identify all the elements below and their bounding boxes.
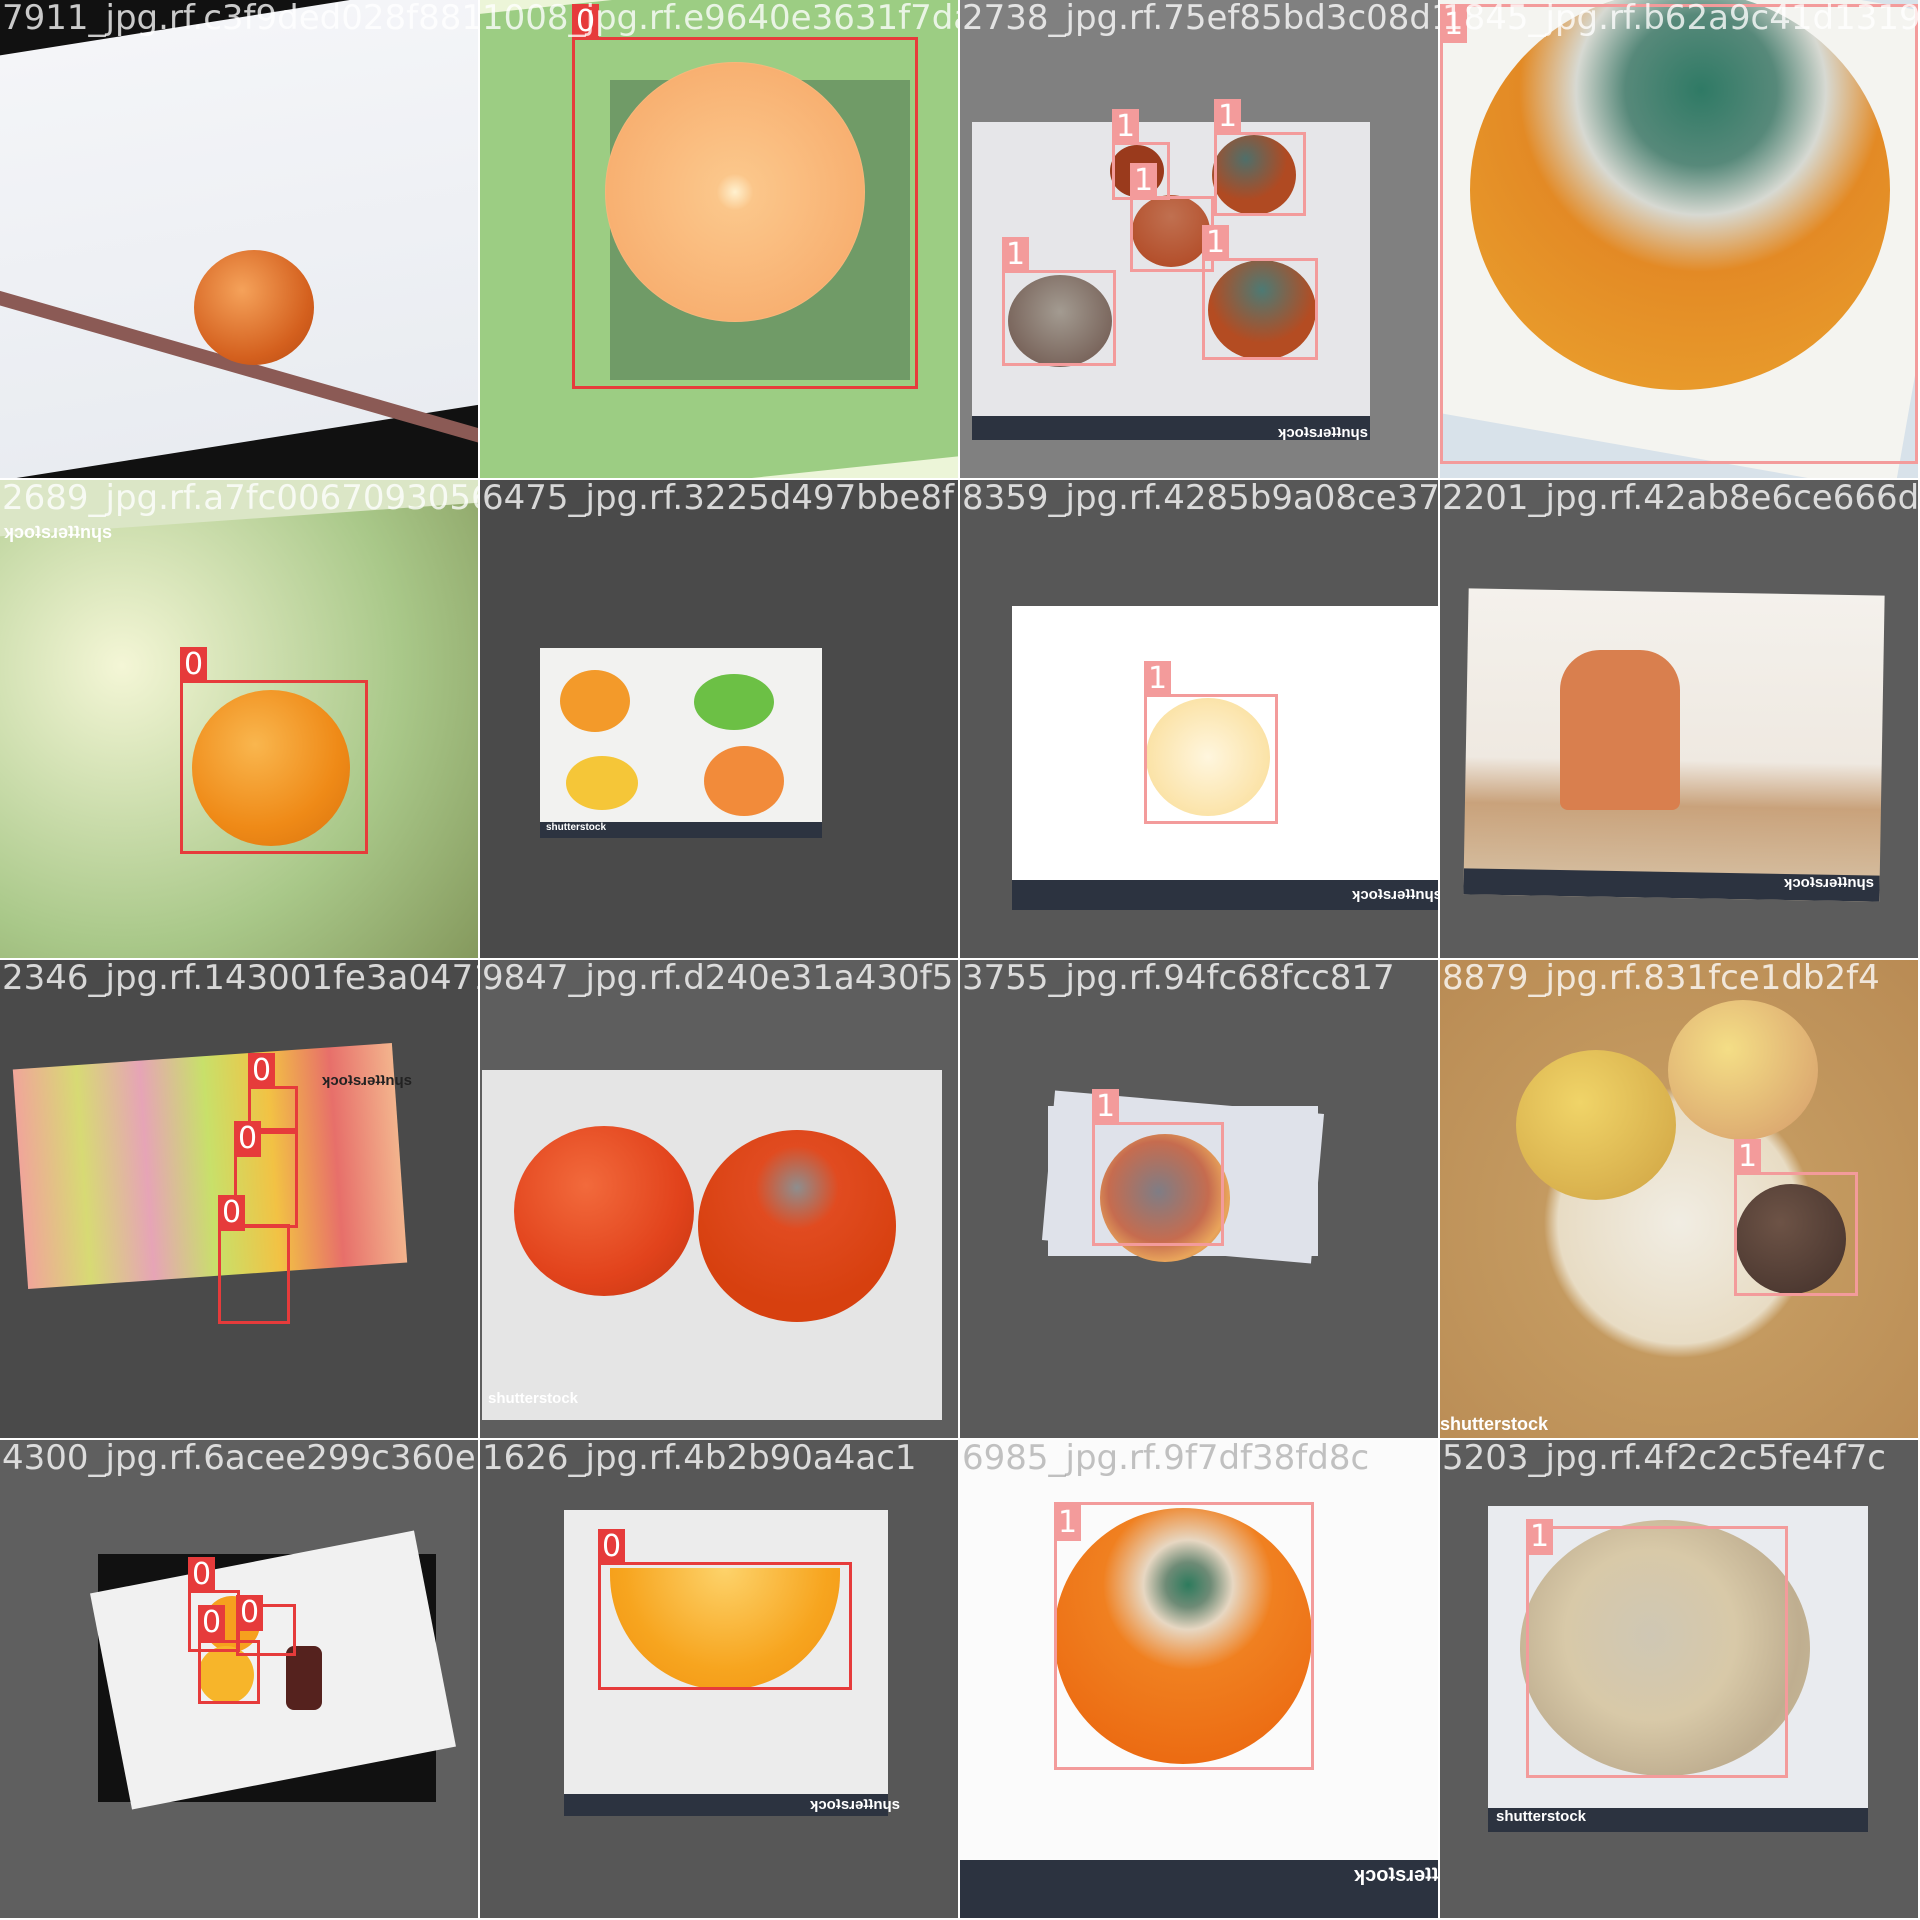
bbox-label: 1 [1130,163,1158,199]
tile-12: 1 shutterstock 8879_jpg.rf.831fce1db2f4 [1440,960,1918,1438]
bbox-class-0: 0 [218,1195,290,1324]
apple [1668,1000,1818,1140]
bbox-class-0: 0 [180,647,368,854]
tile-9: ʞɔoʇsɹǝʇʇnɥs 0 0 0 2346_jpg.rf.143001fe3… [0,960,478,1438]
watermark-text: shutterstock [488,1390,579,1407]
rotten-tomato [514,1126,694,1296]
watermark-text: ʞɔoʇsɹǝʇʇnɥs [1784,874,1875,891]
woman-in-kitchen [1560,650,1680,810]
tile-title: 4300_jpg.rf.6acee299c360e [2,1440,476,1478]
bbox-class-1: 1 [1002,237,1116,366]
bbox-label: 0 [248,1053,276,1089]
watermark-text: shutterstock [546,822,607,833]
tile-15: ʞɔoʇsɹǝʇʇnɥs 1 6985_jpg.rf.9f7df38fd8c [960,1440,1438,1918]
augmented-batch-mosaic: 7911_jpg.rf.c3f9ded028f8817 0 1008_jpg.r… [0,0,1920,1920]
tile-title: 8879_jpg.rf.831fce1db2f4 [1442,960,1880,998]
watermark-text: ʞɔoʇsɹǝʇʇnɥs [4,522,113,542]
tile-8: ʞɔoʇsɹǝʇʇnɥs 2201_jpg.rf.42ab8e6ce666d [1440,480,1918,958]
tile-title: 2346_jpg.rf.143001fe3a0471 [2,960,478,998]
bbox-class-0: 0 [598,1529,852,1690]
tile-title: 9847_jpg.rf.d240e31a430f5 [482,960,954,998]
bbox-label: 1 [1214,99,1242,135]
watermark-text: shutterstock [1496,1808,1587,1825]
bbox-class-1: 1 [1092,1089,1224,1246]
fruit-illustration-lemon [566,756,638,810]
bbox-label: 1 [1734,1139,1762,1175]
fruit-illustration-lime [694,674,774,730]
bbox-label: 1 [1112,109,1140,145]
tile-title: 8359_jpg.rf.4285b9a08ce37 [962,480,1438,518]
tile-title: 2689_jpg.rf.a7fc00670930564 [2,480,478,518]
tile-title: 5203_jpg.rf.4f2c2c5fe4f7c [1442,1440,1886,1478]
bbox-label: 0 [218,1195,246,1231]
fruit-illustration-grapefruit [704,746,784,816]
watermark-text: ʞɔoʇsɹǝʇʇnɥs [810,1796,901,1813]
watermark-text: ʞɔoʇsɹǝʇʇnɥs [1352,886,1438,903]
bbox-label: 0 [180,647,208,683]
fruit-illustration-orange [560,670,630,732]
tile-16: shutterstock 1 5203_jpg.rf.4f2c2c5fe4f7c [1440,1440,1918,1918]
tile-10: shutterstock 9847_jpg.rf.d240e31a430f5 [480,960,958,1438]
bbox-label: 0 [198,1605,226,1641]
watermark-text: ʞɔoʇsɹǝʇʇnɥs [1354,1864,1438,1886]
watermark-text: ʞɔoʇsɹǝʇʇnɥs [322,1072,413,1089]
tile-title: 1845_jpg.rf.b62a9c41d1319 [1442,0,1918,38]
bbox-label: 1 [1526,1519,1554,1555]
rotten-tomato [698,1130,896,1322]
tile-13: 0 0 0 4300_jpg.rf.6acee299c360e [0,1440,478,1918]
tile-1: 7911_jpg.rf.c3f9ded028f8817 [0,0,478,478]
bbox-label: 1 [1202,225,1230,261]
tile-6: shutterstock 6475_jpg.rf.3225d497bbe8f [480,480,958,958]
bbox-label: 1 [1144,661,1172,697]
bbox-label: 0 [234,1121,262,1157]
tile-title: 2201_jpg.rf.42ab8e6ce666d [1442,480,1918,518]
tile-title: 1008_jpg.rf.e9640e3631f7dadb [482,0,958,38]
tile-photo [0,0,478,478]
bbox-class-1: 1 [1526,1519,1788,1778]
bbox-class-0: 0 [572,4,918,389]
tile-title: 3755_jpg.rf.94fc68fcc817 [962,960,1395,998]
tile-2: 0 1008_jpg.rf.e9640e3631f7dadb [480,0,958,478]
tile-title: 7911_jpg.rf.c3f9ded028f8817 [2,0,478,38]
bbox-class-1: 1 [1734,1139,1858,1296]
bbox-label: 0 [598,1529,626,1565]
bbox-label: 0 [236,1595,264,1631]
tile-title: 6985_jpg.rf.9f7df38fd8c [962,1440,1370,1478]
tile-14: ʞɔoʇsɹǝʇʇnɥs 0 1626_jpg.rf.4b2b90a4ac1 [480,1440,958,1918]
bbox-label: 0 [188,1557,216,1593]
tile-7: ʞɔoʇsɹǝʇʇnɥs 1 8359_jpg.rf.4285b9a08ce37 [960,480,1438,958]
bbox-class-1: 1 [1440,4,1918,464]
tile-11: 1 3755_jpg.rf.94fc68fcc817 [960,960,1438,1438]
bbox-class-1: 1 [1214,99,1306,216]
bbox-class-0: 0 [198,1605,260,1704]
bbox-label: 1 [1092,1089,1120,1125]
bbox-label: 1 [1002,237,1030,273]
tile-3: ʞɔoʇsɹǝʇʇnɥs 1 1 1 1 1 2738_jpg.rf.75ef8… [960,0,1438,478]
orange-fruit [194,250,314,365]
tile-title: 1626_jpg.rf.4b2b90a4ac1 [482,1440,917,1478]
bbox-class-1: 1 [1054,1502,1314,1770]
tile-5: ʞɔoʇsɹǝʇʇnɥs 0 2689_jpg.rf.a7fc006709305… [0,480,478,958]
apple [1516,1050,1676,1200]
tile-title: 6475_jpg.rf.3225d497bbe8f [482,480,954,518]
bbox-label: 1 [1054,1505,1082,1541]
bbox-class-1: 1 [1144,661,1278,824]
bbox-class-1: 1 [1202,225,1318,360]
watermark-text: shutterstock [1440,1414,1549,1434]
watermark-text: ʞɔoʇsɹǝʇʇnɥs [1278,424,1369,441]
tile-4: 1 1845_jpg.rf.b62a9c41d1319 [1440,0,1918,478]
tile-title: 2738_jpg.rf.75ef85bd3c08d1 [962,0,1438,38]
